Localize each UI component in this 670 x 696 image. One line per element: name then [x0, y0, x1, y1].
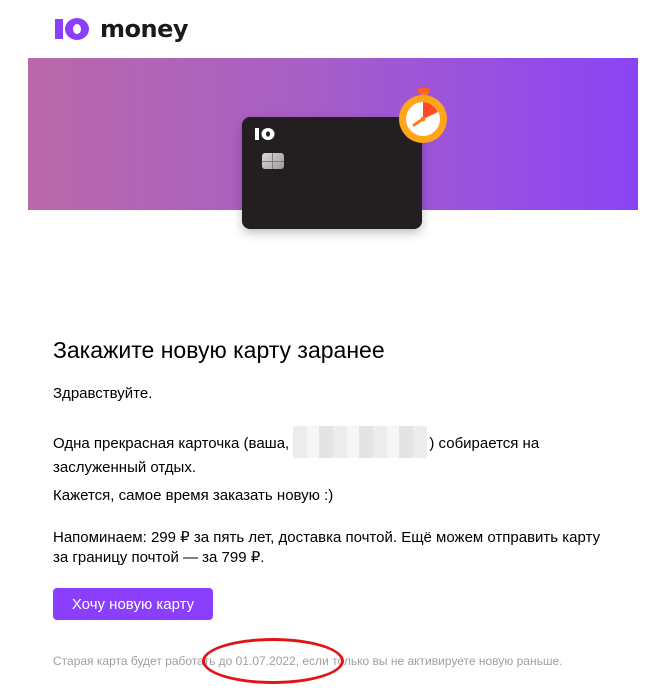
bank-card-image [242, 117, 422, 229]
card-logo-icon [255, 128, 275, 140]
reminder-text: Напоминаем: 299 ₽ за пять лет, доставка … [53, 529, 601, 566]
brand-name: money [100, 15, 189, 43]
order-new-card-button[interactable]: Хочу новую карту [53, 588, 213, 620]
stopwatch-icon [399, 88, 447, 143]
card-text-before: Одна прекрасная карточка (ваша, [53, 435, 290, 452]
footer-note: Старая карта будет работать до 01.07.202… [53, 654, 563, 668]
redacted-card-number [293, 426, 428, 458]
greeting-text: Здравствуйте. [53, 385, 153, 402]
email-body: Закажите новую карту заранее Здравствуйт… [53, 336, 633, 566]
email-title: Закажите новую карту заранее [53, 337, 385, 363]
order-new-text: Кажется, самое время заказать новую :) [53, 487, 334, 504]
card-chip-icon [262, 153, 284, 169]
card-retire-paragraph: Одна прекрасная карточка (ваша, ) собира… [53, 426, 613, 478]
yoomoney-logo-icon [55, 18, 89, 40]
yoomoney-logo: money [52, 12, 189, 46]
